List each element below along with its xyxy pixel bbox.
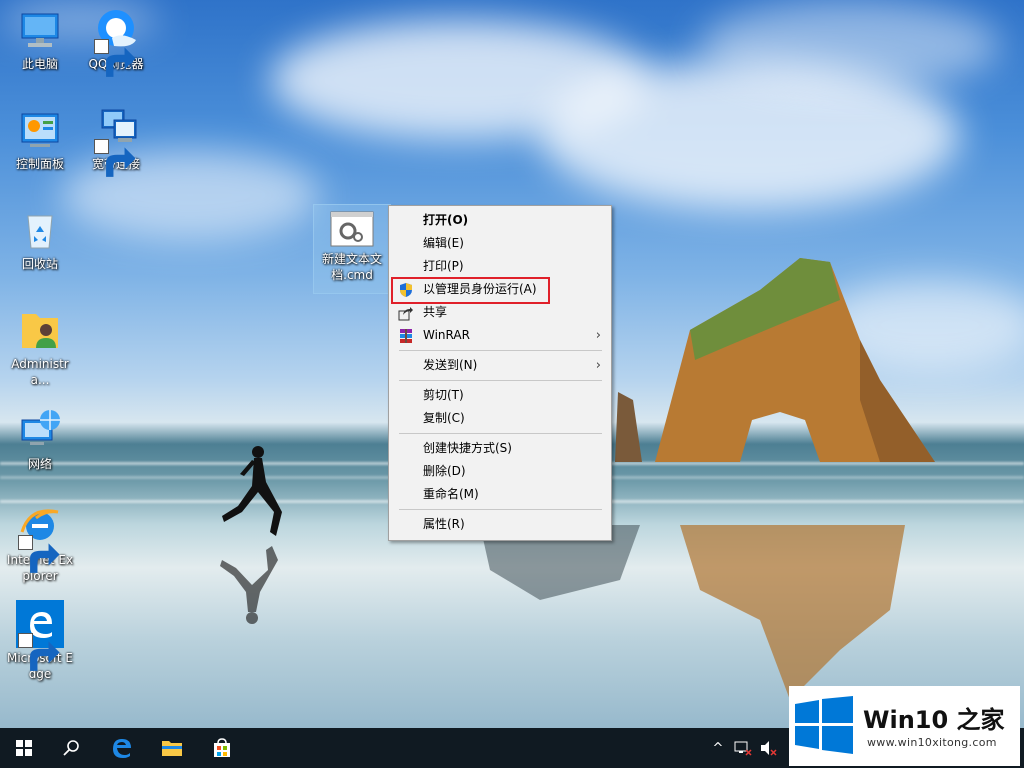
- menu-item-3[interactable]: 以管理员身份运行(A): [389, 278, 611, 301]
- folder-icon: [162, 741, 182, 756]
- desktop-icon-recycle-bin[interactable]: 回收站: [2, 206, 78, 272]
- qq-browser-icon: [92, 6, 140, 77]
- menu-item-13[interactable]: 删除(D): [389, 460, 611, 483]
- menu-item-16[interactable]: 属性(R): [389, 513, 611, 536]
- menu-item-label: 编辑(E): [423, 236, 464, 250]
- desktop-icon-internet-explorer[interactable]: Internet Explorer: [2, 502, 78, 584]
- search-icon: [63, 740, 79, 756]
- file-explorer-button[interactable]: [148, 728, 196, 768]
- desktop-icon-broadband-connection[interactable]: 宽带连接: [78, 106, 154, 177]
- menu-item-10[interactable]: 复制(C): [389, 407, 611, 430]
- context-menu: 打开(O) 编辑(E) 打印(P) 以管理员身份运行(A) 共享 WinRAR › 发送到(N…: [388, 205, 612, 541]
- watermark-url: www.win10xitong.com: [867, 736, 997, 749]
- shortcut-arrow-icon: [94, 139, 136, 177]
- uac-shield-icon: [398, 282, 414, 298]
- menu-separator: [399, 350, 602, 351]
- microsoft-edge-icon: [16, 600, 64, 671]
- share-icon: [398, 305, 414, 321]
- this-pc-icon: [16, 6, 64, 54]
- menu-item-label: 共享: [423, 305, 448, 319]
- submenu-arrow-icon: ›: [595, 328, 601, 343]
- menu-item-label: 复制(C): [423, 411, 465, 425]
- shortcut-arrow-icon: [94, 39, 136, 77]
- menu-separator: [399, 380, 602, 381]
- selected-file-cmd[interactable]: 新建文本文档.cmd: [313, 204, 391, 294]
- user-folder-icon: [16, 306, 64, 354]
- search-button[interactable]: [48, 728, 96, 768]
- menu-item-1[interactable]: 编辑(E): [389, 232, 611, 255]
- menu-item-9[interactable]: 剪切(T): [389, 384, 611, 407]
- store-icon: [214, 738, 230, 757]
- menu-item-label: 发送到(N): [423, 358, 478, 372]
- menu-item-5[interactable]: WinRAR ›: [389, 324, 611, 347]
- internet-explorer-icon: [16, 502, 64, 573]
- shortcut-arrow-icon: [18, 633, 60, 671]
- menu-item-7[interactable]: 发送到(N) ›: [389, 354, 611, 377]
- watermark-win10-zhijia: Win10 之家 www.win10xitong.com: [789, 686, 1020, 766]
- desktop-icon-microsoft-edge[interactable]: Microsoft Edge: [2, 600, 78, 682]
- menu-item-label: 重命名(M): [423, 487, 479, 501]
- cmd-file-icon: [330, 211, 374, 247]
- menu-item-label: 打开(O): [423, 213, 469, 227]
- menu-item-label: 创建快捷方式(S): [423, 441, 512, 455]
- menu-item-14[interactable]: 重命名(M): [389, 483, 611, 506]
- desktop-icon-administrator[interactable]: Administra...: [2, 306, 78, 388]
- broadband-connection-icon: [92, 106, 140, 177]
- menu-separator: [399, 433, 602, 434]
- desktop-icon-this-pc[interactable]: 此电脑: [2, 6, 78, 72]
- edge-button[interactable]: [98, 728, 146, 768]
- menu-item-label: 打印(P): [423, 259, 464, 273]
- system-tray: ^: [708, 728, 778, 768]
- menu-item-label: 删除(D): [423, 464, 466, 478]
- menu-item-4[interactable]: 共享: [389, 301, 611, 324]
- menu-item-2[interactable]: 打印(P): [389, 255, 611, 278]
- start-button[interactable]: [0, 728, 48, 768]
- desktop-icon-network[interactable]: 网络: [2, 406, 78, 472]
- recycle-bin-icon: [16, 206, 64, 254]
- control-panel-icon: [16, 106, 64, 154]
- win10-logo-icon: [795, 696, 853, 754]
- winrar-icon: [398, 328, 414, 344]
- menu-item-label: 以管理员身份运行(A): [423, 282, 537, 296]
- menu-item-0[interactable]: 打开(O): [389, 209, 611, 232]
- submenu-arrow-icon: ›: [595, 358, 601, 373]
- shortcut-arrow-icon: [18, 535, 60, 573]
- show-hidden-icons-chevron-icon[interactable]: ^: [708, 741, 728, 756]
- menu-item-label: 属性(R): [423, 517, 465, 531]
- network-icon: [16, 406, 64, 454]
- menu-item-12[interactable]: 创建快捷方式(S): [389, 437, 611, 460]
- menu-item-label: WinRAR: [423, 328, 470, 342]
- desktop-icon-control-panel[interactable]: 控制面板: [2, 106, 78, 172]
- network-tray-icon[interactable]: [734, 740, 752, 756]
- watermark-title: Win10 之家: [863, 706, 1005, 734]
- menu-separator: [399, 509, 602, 510]
- edge-icon: [113, 739, 131, 758]
- volume-muted-icon[interactable]: [760, 740, 778, 756]
- store-button[interactable]: [198, 728, 246, 768]
- menu-item-label: 剪切(T): [423, 388, 464, 402]
- windows-logo-icon: [16, 740, 32, 756]
- desktop-icon-qq-browser[interactable]: QQ浏览器: [78, 6, 154, 77]
